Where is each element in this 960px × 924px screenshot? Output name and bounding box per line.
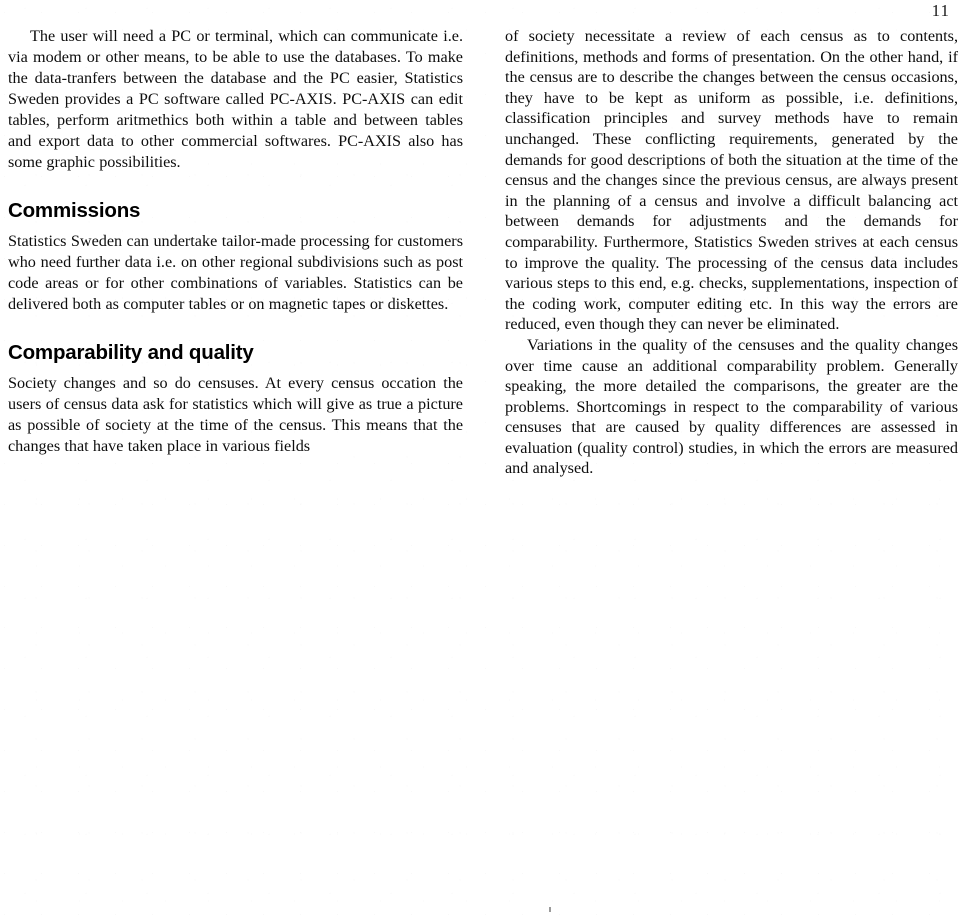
two-column-text-body: The user will need a PC or terminal, whi…	[0, 26, 960, 586]
left-column: The user will need a PC or terminal, whi…	[8, 26, 463, 457]
paragraph-quality-variations: Variations in the quality of the censuse…	[505, 335, 958, 478]
right-column: of society necessitate a review of each …	[505, 26, 958, 479]
paragraph-comparability-continued: of society necessitate a review of each …	[505, 27, 958, 334]
paragraph-comparability-body: Society changes and so do censuses. At e…	[8, 374, 463, 455]
heading-commissions: Commissions	[8, 199, 141, 222]
paragraph-pc-axis: The user will need a PC or terminal, whi…	[8, 27, 463, 171]
document-page: 11 The user will need a PC or terminal, …	[0, 0, 960, 924]
paragraph-commissions-body: Statistics Sweden can undertake tailor-m…	[8, 232, 463, 313]
page-number: 11	[931, 1, 950, 20]
scan-speck	[549, 907, 551, 912]
heading-comparability-and-quality: Comparability and quality	[8, 341, 254, 364]
